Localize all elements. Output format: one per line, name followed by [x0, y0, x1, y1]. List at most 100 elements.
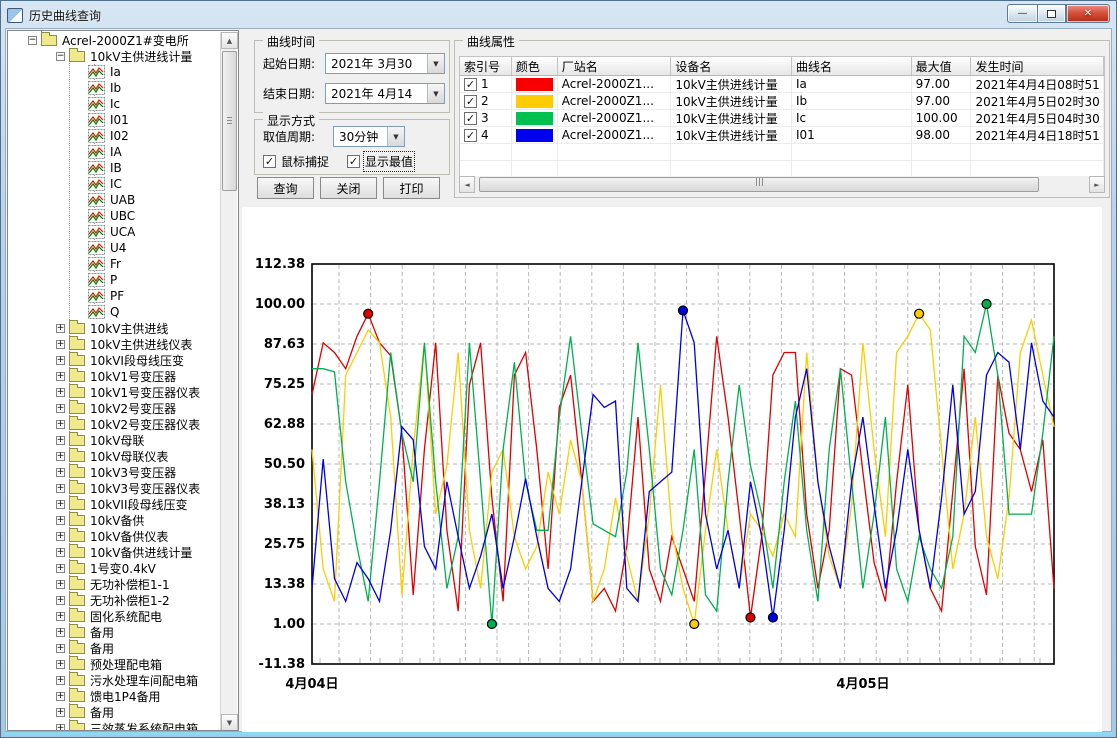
column-header[interactable]: 厂站名	[558, 57, 672, 75]
end-date-combo[interactable]: 2021年 4月14 ▼	[325, 83, 445, 104]
tree-item[interactable]: I01	[8, 112, 129, 128]
tree-plus-icon[interactable]: +	[56, 532, 65, 541]
tree-item[interactable]: Ib	[8, 80, 121, 96]
table-scroll-thumb[interactable]	[479, 177, 1039, 192]
tree-item[interactable]: P	[8, 272, 117, 288]
tree-minus-icon[interactable]: −	[28, 36, 37, 45]
column-header[interactable]: 索引号	[460, 57, 512, 75]
table-row[interactable]	[460, 144, 1104, 161]
tree-item[interactable]: +10kVII段母线压变	[8, 496, 188, 512]
tree-minus-icon[interactable]: −	[56, 52, 65, 61]
tree-item[interactable]: +10kV3号变压器	[8, 464, 176, 480]
tree-item[interactable]: +10kV备供进线计量	[8, 544, 192, 560]
tree-plus-icon[interactable]: +	[56, 452, 65, 461]
tree-item[interactable]: Q	[8, 304, 119, 320]
tree-item[interactable]: −Acrel-2000Z1#变电所	[8, 32, 189, 48]
tree-plus-icon[interactable]: +	[56, 420, 65, 429]
scroll-left-icon[interactable]: ◄	[459, 176, 475, 193]
tree-item[interactable]: UBC	[8, 208, 135, 224]
curve-checkbox[interactable]: ✓	[464, 129, 477, 142]
max-marker-Ic[interactable]	[982, 300, 991, 309]
tree-item[interactable]: Ia	[8, 64, 121, 80]
tree-plus-icon[interactable]: +	[56, 564, 65, 573]
tree-item[interactable]: +10kV主供进线	[8, 320, 168, 336]
tree-plus-icon[interactable]: +	[56, 724, 65, 732]
tree-plus-icon[interactable]: +	[56, 340, 65, 349]
period-combo[interactable]: 30分钟 ▼	[333, 126, 405, 147]
tree-item[interactable]: IB	[8, 160, 122, 176]
tree-plus-icon[interactable]: +	[56, 548, 65, 557]
table-row[interactable]: ✓3Acrel-2000Z1...10kV主供进线计量Ic100.002021年…	[460, 110, 1104, 127]
close-button[interactable]: ✕	[1066, 4, 1110, 23]
table-row[interactable]: ✓2Acrel-2000Z1...10kV主供进线计量Ib97.002021年4…	[460, 93, 1104, 110]
tree-item[interactable]: +固化系统配电	[8, 608, 162, 624]
tree-plus-icon[interactable]: +	[56, 468, 65, 477]
tree-plus-icon[interactable]: +	[56, 692, 65, 701]
show-extremes-checkbox[interactable]: ✓	[347, 155, 360, 168]
start-date-combo[interactable]: 2021年 3月30 ▼	[325, 53, 445, 74]
tree-item[interactable]: PF	[8, 288, 124, 304]
query-button[interactable]: 查询	[257, 177, 314, 199]
tree-plus-icon[interactable]: +	[56, 708, 65, 717]
tree-item[interactable]: IA	[8, 144, 122, 160]
tree-plus-icon[interactable]: +	[56, 404, 65, 413]
tree-plus-icon[interactable]: +	[56, 388, 65, 397]
min-marker-Ia[interactable]	[746, 613, 755, 622]
curve-checkbox[interactable]: ✓	[464, 78, 477, 91]
tree-item[interactable]: IC	[8, 176, 122, 192]
column-header[interactable]: 发生时间	[971, 57, 1104, 75]
tree-item[interactable]: +1号变0.4kV	[8, 560, 156, 576]
tree-item[interactable]: +10kV备供	[8, 512, 144, 528]
tree-plus-icon[interactable]: +	[56, 580, 65, 589]
tree-item[interactable]: +10kV1号变压器	[8, 368, 176, 384]
max-marker-Ib[interactable]	[915, 309, 924, 318]
restore-button[interactable]	[1037, 4, 1066, 23]
tree-plus-icon[interactable]: +	[56, 676, 65, 685]
tree-plus-icon[interactable]: +	[56, 516, 65, 525]
tree-item[interactable]: UCA	[8, 224, 135, 240]
tree-item[interactable]: +备用	[8, 640, 114, 656]
column-header[interactable]: 颜色	[512, 57, 558, 75]
scroll-right-icon[interactable]: ►	[1089, 176, 1105, 193]
tree-item[interactable]: +预处理配电箱	[8, 656, 162, 672]
min-marker-Ib[interactable]	[690, 619, 699, 628]
tree-item[interactable]: I02	[8, 128, 129, 144]
scroll-down-icon[interactable]: ▼	[221, 714, 238, 731]
tree-vertical-scrollbar[interactable]: ▲ ▼	[220, 32, 237, 731]
curve-checkbox[interactable]: ✓	[464, 95, 477, 108]
tree-plus-icon[interactable]: +	[56, 356, 65, 365]
tree-item[interactable]: +10kV1号变压器仪表	[8, 384, 200, 400]
tree-item[interactable]: +10kVI段母线压变	[8, 352, 184, 368]
max-marker-I01[interactable]	[679, 306, 688, 315]
tree-item[interactable]: +污水处理车间配电箱	[8, 672, 198, 688]
table-horizontal-scrollbar[interactable]: ◄ ►	[459, 176, 1105, 193]
min-marker-I01[interactable]	[768, 613, 777, 622]
tree-item[interactable]: +无功补偿柜1-2	[8, 592, 170, 608]
table-row[interactable]: ✓1Acrel-2000Z1...10kV主供进线计量Ia97.002021年4…	[460, 76, 1104, 93]
tree-item[interactable]: +10kV主供进线仪表	[8, 336, 192, 352]
tree-item[interactable]: Fr	[8, 256, 121, 272]
tree-item[interactable]: +10kV3号变压器仪表	[8, 480, 200, 496]
table-row[interactable]: ✓4Acrel-2000Z1...10kV主供进线计量I0198.002021年…	[460, 127, 1104, 144]
tree-plus-icon[interactable]: +	[56, 644, 65, 653]
column-header[interactable]: 设备名	[671, 57, 792, 75]
tree-item[interactable]: Ic	[8, 96, 120, 112]
tree-item[interactable]: +10kV母联	[8, 432, 144, 448]
tree-item[interactable]: +10kV母联仪表	[8, 448, 168, 464]
minimize-button[interactable]: —	[1007, 4, 1037, 23]
chevron-down-icon[interactable]: ▼	[427, 54, 444, 73]
tree-plus-icon[interactable]: +	[56, 660, 65, 669]
tree-item[interactable]: +备用	[8, 704, 114, 720]
tree-plus-icon[interactable]: +	[56, 500, 65, 509]
tree-plus-icon[interactable]: +	[56, 436, 65, 445]
tree-item[interactable]: +10kV2号变压器	[8, 400, 176, 416]
tree-plus-icon[interactable]: +	[56, 484, 65, 493]
tree-plus-icon[interactable]: +	[56, 324, 65, 333]
column-header[interactable]: 最大值	[912, 57, 972, 75]
max-marker-Ia[interactable]	[364, 309, 373, 318]
min-marker-Ic[interactable]	[487, 619, 496, 628]
tree-scroll-thumb[interactable]	[222, 51, 237, 191]
tree-plus-icon[interactable]: +	[56, 628, 65, 637]
tree-item[interactable]: +馈电1P4备用	[8, 688, 161, 704]
close-dialog-button[interactable]: 关闭	[320, 177, 377, 199]
